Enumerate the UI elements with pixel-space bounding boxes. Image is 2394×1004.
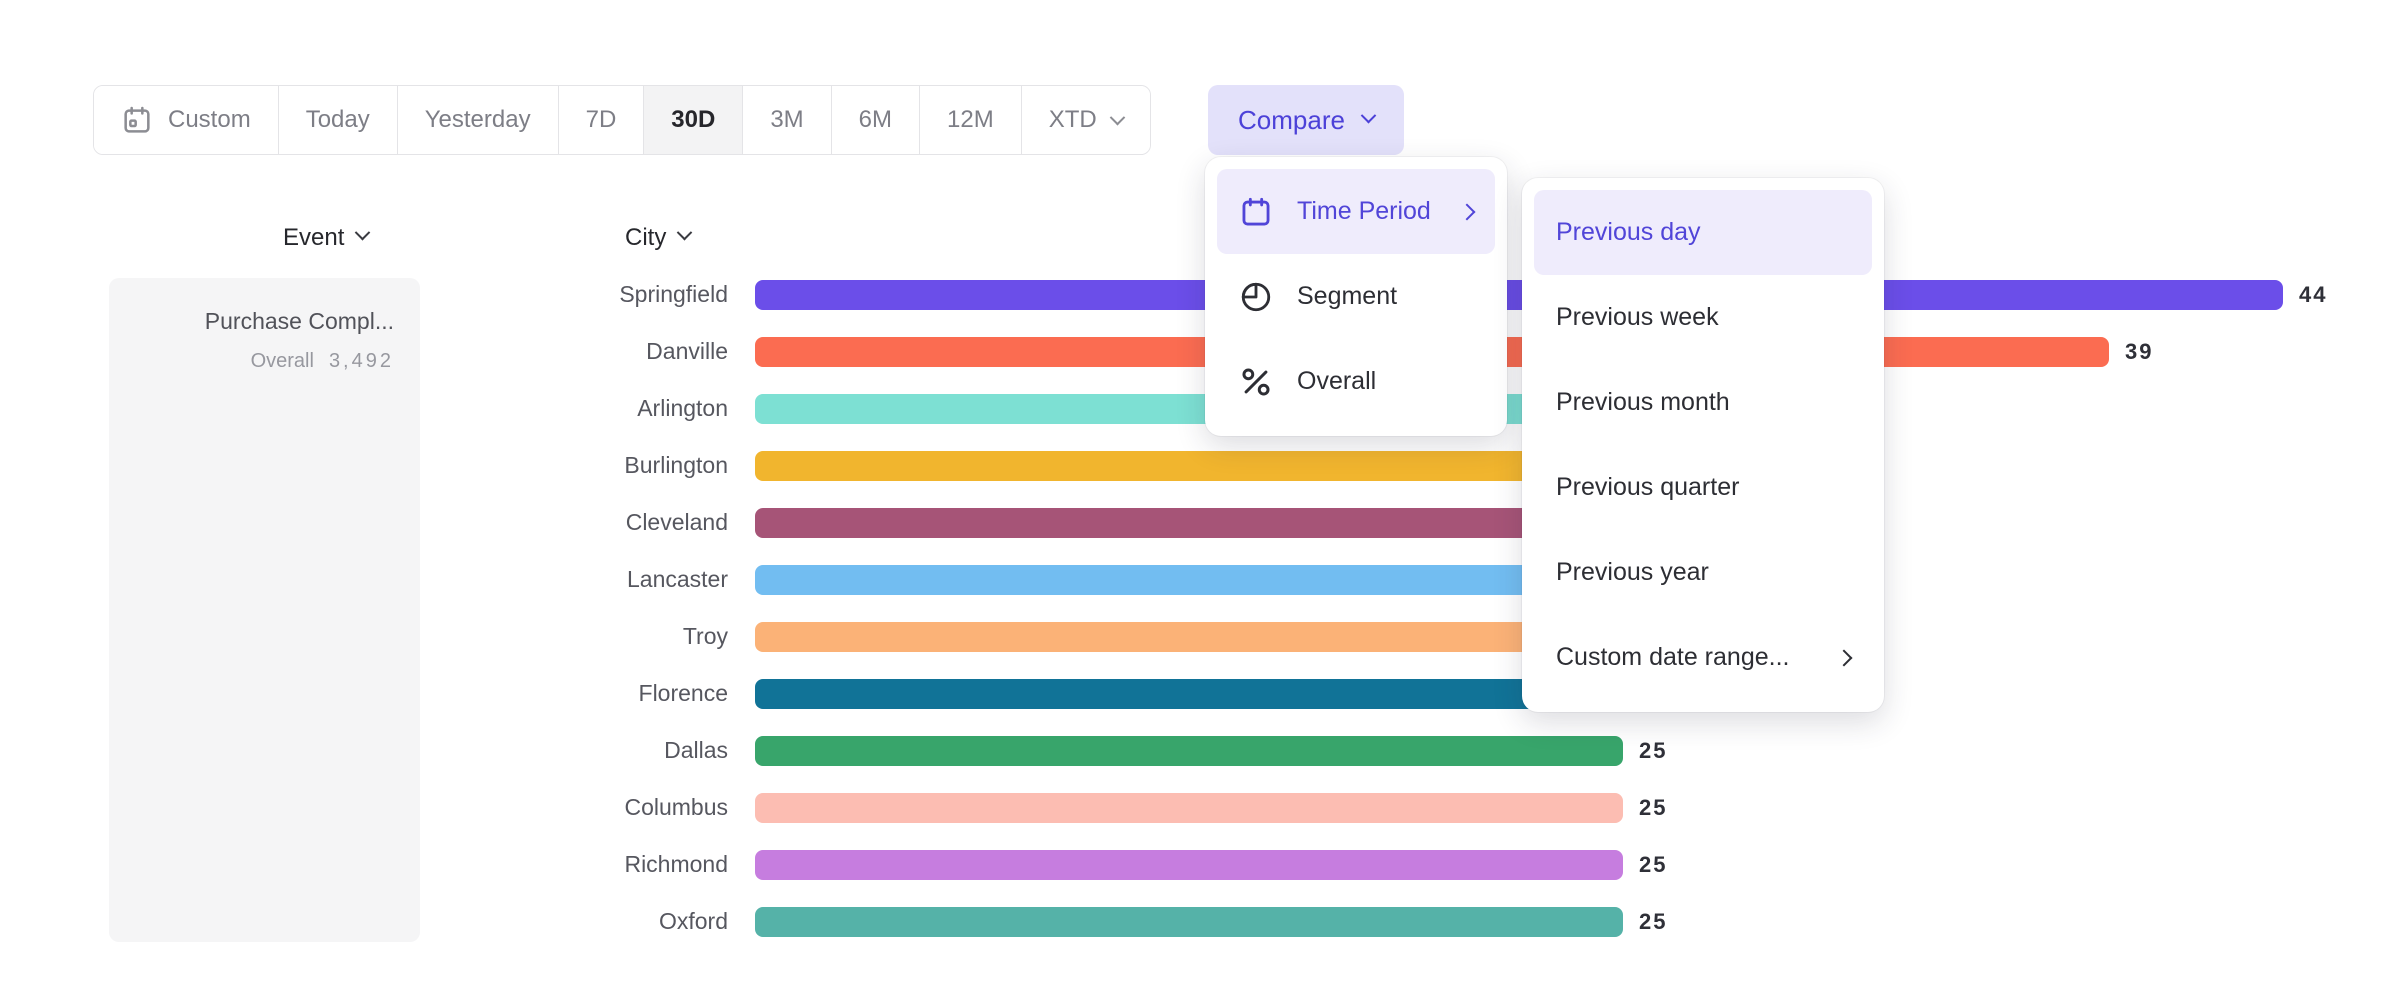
- chevron-down-icon: [1109, 109, 1125, 125]
- chart-row-arlington: Arlington: [0, 380, 2394, 437]
- date-range-button-xtd[interactable]: XTD: [1022, 86, 1150, 154]
- chart-row-burlington: Burlington: [0, 437, 2394, 494]
- date-range-label: Custom: [168, 106, 251, 134]
- date-range-label: 12M: [947, 106, 994, 134]
- city-label: Richmond: [0, 851, 728, 878]
- city-label: Lancaster: [0, 566, 728, 593]
- menu-item-label: Previous quarter: [1556, 473, 1739, 502]
- chart-row-florence: Florence: [0, 665, 2394, 722]
- bar[interactable]: [755, 907, 1623, 937]
- city-header-label: City: [625, 224, 666, 252]
- bar-value: 25: [1639, 795, 1667, 821]
- bar-value: 25: [1639, 852, 1667, 878]
- menu-item-label: Segment: [1297, 282, 1397, 311]
- city-label: Dallas: [0, 737, 728, 764]
- date-range-button-3m[interactable]: 3M: [743, 86, 831, 154]
- segment-icon: [1239, 280, 1273, 314]
- submenu-item-custom-date-range-[interactable]: Custom date range...: [1534, 615, 1872, 700]
- city-column-header[interactable]: City: [625, 224, 690, 252]
- chart-row-danville: Danville 39: [0, 323, 2394, 380]
- chart-row-springfield: Springfield 44: [0, 266, 2394, 323]
- chart-row-oxford: Oxford 25: [0, 893, 2394, 950]
- compare-button[interactable]: Compare: [1208, 85, 1404, 155]
- compare-menu-item-time-period[interactable]: Time Period: [1217, 169, 1495, 254]
- bar-value: 25: [1639, 909, 1667, 935]
- chart-row-columbus: Columbus 25: [0, 779, 2394, 836]
- chart-row-cleveland: Cleveland: [0, 494, 2394, 551]
- date-range-toolbar: Custom Today Yesterday: [93, 85, 1151, 155]
- bar[interactable]: [755, 850, 1623, 880]
- submenu-item-previous-month[interactable]: Previous month: [1534, 360, 1872, 445]
- date-range-button-30d[interactable]: 30D: [644, 86, 743, 154]
- chevron-right-icon: [1461, 206, 1473, 218]
- menu-item-label: Overall: [1297, 367, 1376, 396]
- submenu-item-previous-week[interactable]: Previous week: [1534, 275, 1872, 360]
- chart-row-dallas: Dallas 25: [0, 722, 2394, 779]
- calendar-icon: [121, 104, 153, 136]
- bar-value: 39: [2125, 339, 2153, 365]
- bar-value: 44: [2299, 282, 2327, 308]
- calendar-icon: [1239, 195, 1273, 229]
- city-label: Burlington: [0, 452, 728, 479]
- city-label: Springfield: [0, 281, 728, 308]
- date-range-button-7d[interactable]: 7D: [559, 86, 645, 154]
- date-range-button-custom[interactable]: Custom: [94, 86, 279, 154]
- compare-button-label: Compare: [1238, 105, 1345, 136]
- chevron-down-icon: [677, 225, 693, 241]
- city-label: Florence: [0, 680, 728, 707]
- compare-dropdown-menu: Time Period Segment: [1205, 157, 1507, 436]
- date-range-label: 3M: [770, 106, 803, 134]
- menu-item-label: Previous week: [1556, 303, 1719, 332]
- city-label: Cleveland: [0, 509, 728, 536]
- event-column-header[interactable]: Event: [283, 224, 368, 252]
- menu-item-label: Custom date range...: [1556, 643, 1789, 672]
- submenu-item-previous-quarter[interactable]: Previous quarter: [1534, 445, 1872, 530]
- chevron-down-icon: [1361, 107, 1377, 123]
- menu-item-label: Previous day: [1556, 218, 1701, 247]
- city-label: Arlington: [0, 395, 728, 422]
- menu-item-label: Previous month: [1556, 388, 1730, 417]
- date-range-label: 6M: [859, 106, 892, 134]
- submenu-item-previous-year[interactable]: Previous year: [1534, 530, 1872, 615]
- bar[interactable]: [755, 793, 1623, 823]
- date-range-button-yesterday[interactable]: Yesterday: [398, 86, 559, 154]
- submenu-item-previous-day[interactable]: Previous day: [1534, 190, 1872, 275]
- menu-item-label: Previous year: [1556, 558, 1709, 587]
- date-range-label: Today: [306, 106, 370, 134]
- chevron-down-icon: [355, 225, 371, 241]
- date-range-button-today[interactable]: Today: [279, 86, 398, 154]
- bar-chart: Springfield 44 Danville 39 Arlington Bur…: [0, 266, 2394, 950]
- city-label: Oxford: [0, 908, 728, 935]
- date-range-label: 30D: [671, 106, 715, 134]
- chevron-right-icon: [1838, 652, 1850, 664]
- compare-menu-item-overall[interactable]: Overall: [1217, 339, 1495, 424]
- date-range-label: 7D: [586, 106, 617, 134]
- time-period-submenu: Previous day Previous week: [1522, 178, 1884, 712]
- event-header-label: Event: [283, 224, 344, 252]
- chart-row-lancaster: Lancaster: [0, 551, 2394, 608]
- bar[interactable]: [755, 736, 1623, 766]
- menu-item-label: Time Period: [1297, 197, 1431, 226]
- city-label: Troy: [0, 623, 728, 650]
- date-range-label: Yesterday: [425, 106, 531, 134]
- chart-row-richmond: Richmond 25: [0, 836, 2394, 893]
- date-range-button-6m[interactable]: 6M: [832, 86, 920, 154]
- date-range-button-12m[interactable]: 12M: [920, 86, 1022, 154]
- city-label: Columbus: [0, 794, 728, 821]
- bar[interactable]: [755, 280, 2283, 310]
- bar-value: 25: [1639, 738, 1667, 764]
- chart-row-troy: Troy: [0, 608, 2394, 665]
- compare-menu-item-segment[interactable]: Segment: [1217, 254, 1495, 339]
- city-label: Danville: [0, 338, 728, 365]
- date-range-label: XTD: [1049, 106, 1097, 134]
- percent-icon: [1239, 365, 1273, 399]
